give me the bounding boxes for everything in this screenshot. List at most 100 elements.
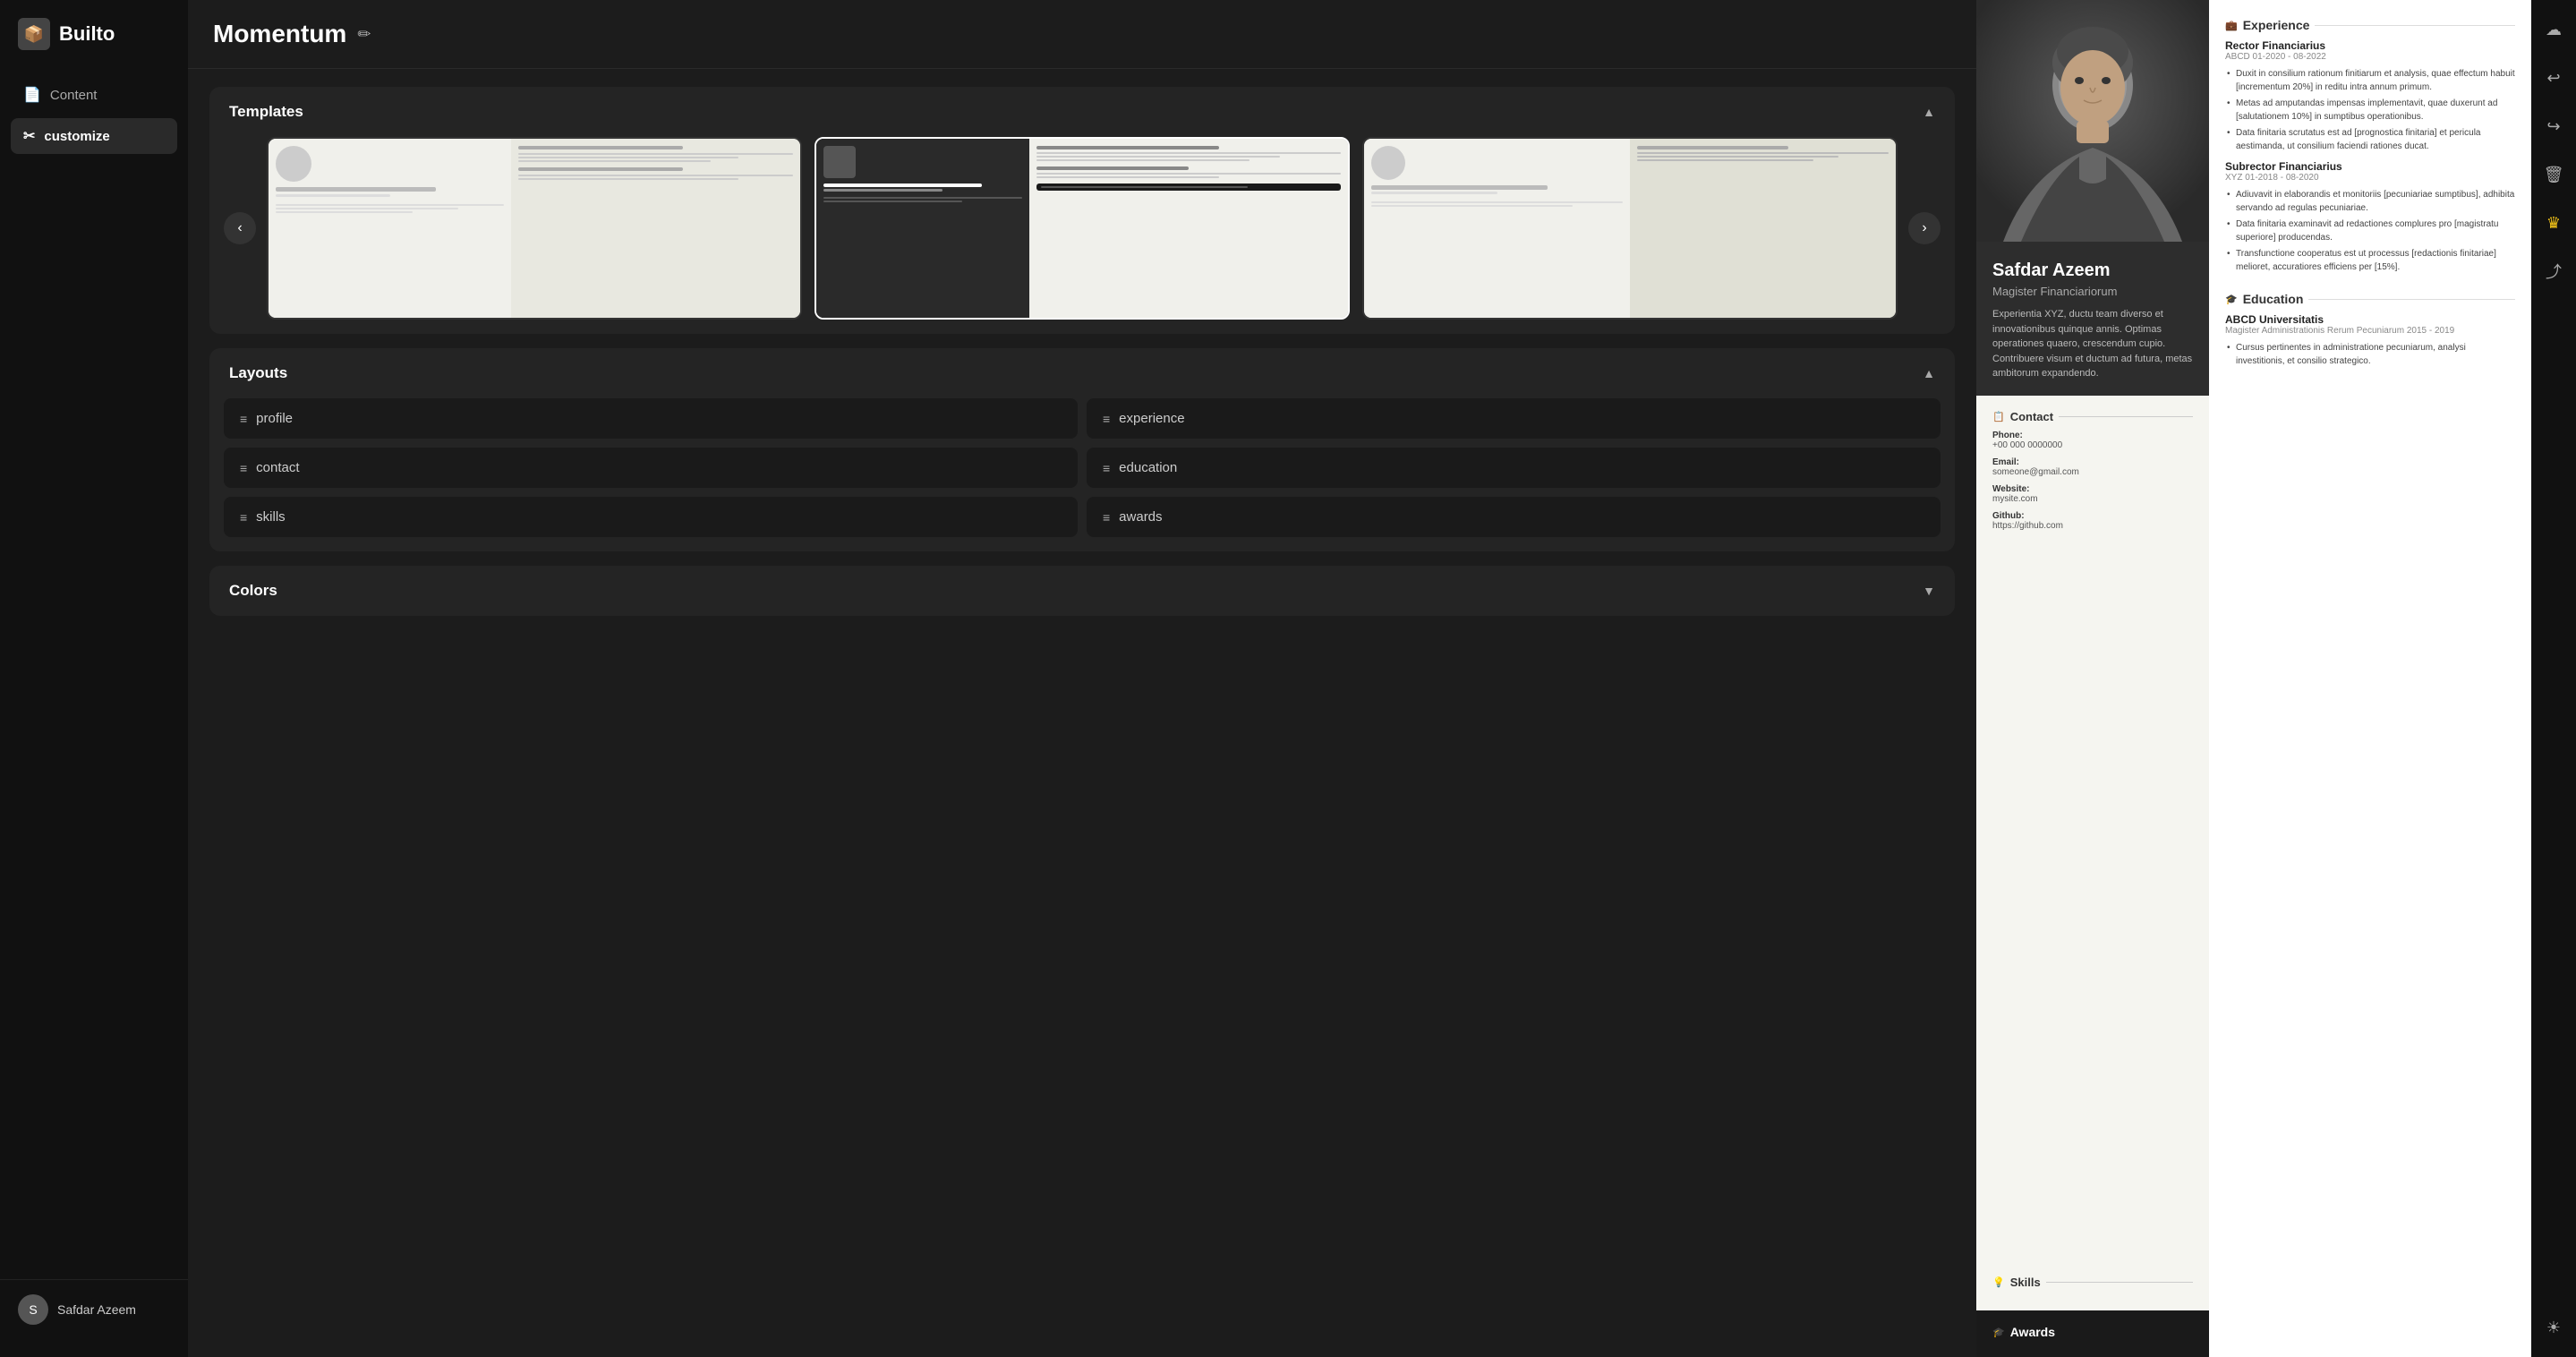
contact-github-label: Github: bbox=[1992, 511, 2193, 521]
main-panel: Momentum ✏ Templates ▲ ‹ bbox=[188, 0, 1976, 1357]
layout-item-education[interactable]: ≡ education bbox=[1087, 448, 1941, 488]
templates-section-content: ‹ bbox=[209, 137, 1955, 334]
edit-icon[interactable]: ✏ bbox=[357, 25, 371, 44]
template-card-3[interactable] bbox=[1362, 137, 1898, 320]
job-bullet-1-3: Data finitaria scrutatus est ad [prognos… bbox=[2225, 126, 2515, 153]
templates-section-label: Templates bbox=[229, 103, 303, 121]
templates-list bbox=[267, 137, 1898, 320]
avatar-initial: S bbox=[29, 1302, 37, 1317]
theme-toggle-icon[interactable]: ☀ bbox=[2538, 1312, 2569, 1343]
contact-section-title: 📋 Contact bbox=[1992, 410, 2193, 423]
layout-handle-icon: ≡ bbox=[240, 510, 247, 525]
page-title: Momentum bbox=[213, 20, 346, 48]
resume-skills-block: 💡 Skills bbox=[1976, 1261, 2209, 1310]
logo-text: Builto bbox=[59, 22, 115, 46]
template-thumb-3 bbox=[1364, 139, 1896, 318]
layout-item-contact[interactable]: ≡ contact bbox=[224, 448, 1078, 488]
sidebar: 📦 Builto 📄 Content ✂ customize S Safdar … bbox=[0, 0, 188, 1357]
customize-icon: ✂ bbox=[23, 127, 35, 145]
layout-label-contact: contact bbox=[256, 460, 299, 475]
contact-email-label: Email: bbox=[1992, 457, 2193, 467]
topbar: Momentum ✏ bbox=[188, 0, 1976, 69]
customize-panel: Templates ▲ ‹ bbox=[188, 69, 1976, 1357]
job-bullet-1-1: Duxit in consilium rationum finitiarum e… bbox=[2225, 67, 2515, 94]
sidebar-user[interactable]: S Safdar Azeem bbox=[0, 1279, 188, 1339]
sidebar-item-label-customize: customize bbox=[44, 129, 109, 144]
resume-right-column: 💼 Experience Rector Financiarius ABCD 01… bbox=[2209, 0, 2531, 1357]
skills-section-title: 💡 Skills bbox=[1992, 1276, 2193, 1289]
layouts-section-content: ≡ profile ≡ experience ≡ contact ≡ educa… bbox=[209, 398, 1955, 551]
carousel-prev-button[interactable]: ‹ bbox=[224, 212, 256, 244]
layouts-grid: ≡ profile ≡ experience ≡ contact ≡ educa… bbox=[224, 398, 1941, 537]
awards-title: 🎓 Awards bbox=[1992, 1325, 2193, 1339]
carousel-next-button[interactable]: › bbox=[1908, 212, 1941, 244]
layout-label-profile: profile bbox=[256, 411, 293, 426]
avatar: S bbox=[18, 1294, 48, 1325]
layout-handle-icon: ≡ bbox=[1103, 461, 1110, 475]
contact-email: Email: someone@gmail.com bbox=[1992, 457, 2193, 477]
layout-label-experience: experience bbox=[1119, 411, 1184, 426]
redo-icon[interactable]: ↪ bbox=[2538, 111, 2569, 141]
job-sub-2: XYZ 01-2018 - 08-2020 bbox=[2225, 173, 2515, 183]
contact-website: Website: mysite.com bbox=[1992, 484, 2193, 504]
education-section: 🎓 Education ABCD Universitatis Magister … bbox=[2225, 292, 2515, 368]
colors-section-label: Colors bbox=[229, 582, 277, 600]
job-bullet-2-1: Adiuvavit in elaborandis et monitoriis [… bbox=[2225, 188, 2515, 215]
contact-github: Github: https://github.com bbox=[1992, 511, 2193, 531]
sidebar-nav: 📄 Content ✂ customize bbox=[0, 77, 188, 1279]
crown-icon[interactable]: ♛ bbox=[2538, 208, 2569, 238]
contact-website-label: Website: bbox=[1992, 484, 2193, 494]
layout-handle-icon: ≡ bbox=[1103, 412, 1110, 426]
contact-github-value: https://github.com bbox=[1992, 521, 2193, 531]
resume-left-column: Safdar Azeem Magister Financiariorum Exp… bbox=[1976, 0, 2209, 1357]
templates-section-header[interactable]: Templates ▲ bbox=[209, 87, 1955, 137]
contact-phone: Phone: +00 000 0000000 bbox=[1992, 431, 2193, 450]
share-icon[interactable]: ⤴ bbox=[2538, 256, 2569, 286]
app-logo: 📦 Builto bbox=[0, 18, 188, 77]
contact-phone-value: +00 000 0000000 bbox=[1992, 440, 2193, 450]
trash-icon[interactable]: 🗑 bbox=[2538, 159, 2569, 190]
layouts-section: Layouts ▲ ≡ profile ≡ experience ≡ conta… bbox=[209, 348, 1955, 551]
logo-icon: 📦 bbox=[18, 18, 50, 50]
right-icons-bar: ☁ ↩ ↪ 🗑 ♛ ⤴ ☀ bbox=[2531, 0, 2576, 1357]
layout-item-skills[interactable]: ≡ skills bbox=[224, 497, 1078, 537]
templates-carousel: ‹ bbox=[224, 137, 1941, 320]
contact-phone-label: Phone: bbox=[1992, 431, 2193, 440]
cloud-icon[interactable]: ☁ bbox=[2538, 14, 2569, 45]
edu-school: ABCD Universitatis bbox=[2225, 313, 2515, 326]
resume-job-title-main: Magister Financiariorum bbox=[1992, 285, 2193, 298]
sidebar-item-label-content: Content bbox=[50, 88, 98, 103]
layout-handle-icon: ≡ bbox=[240, 461, 247, 475]
template-card-1[interactable] bbox=[267, 137, 802, 320]
contact-email-value: someone@gmail.com bbox=[1992, 467, 2193, 477]
awards-block: 🎓 Awards bbox=[1976, 1310, 2209, 1357]
colors-chevron-icon: ▼ bbox=[1923, 584, 1935, 598]
layout-label-awards: awards bbox=[1119, 509, 1162, 525]
undo-icon[interactable]: ↩ bbox=[2538, 63, 2569, 93]
layout-handle-icon: ≡ bbox=[1103, 510, 1110, 525]
templates-section: Templates ▲ ‹ bbox=[209, 87, 1955, 334]
layout-handle-icon: ≡ bbox=[240, 412, 247, 426]
sidebar-item-content[interactable]: 📄 Content bbox=[11, 77, 177, 113]
job-title-1: Rector Financiarius bbox=[2225, 39, 2515, 52]
sidebar-item-customize[interactable]: ✂ customize bbox=[11, 118, 177, 154]
layout-label-skills: skills bbox=[256, 509, 286, 525]
colors-section-header[interactable]: Colors ▼ bbox=[209, 566, 1955, 616]
job-bullet-1-2: Metas ad amputandas impensas implementav… bbox=[2225, 97, 2515, 124]
layout-item-profile[interactable]: ≡ profile bbox=[224, 398, 1078, 439]
layouts-section-header[interactable]: Layouts ▲ bbox=[209, 348, 1955, 398]
layout-item-experience[interactable]: ≡ experience bbox=[1087, 398, 1941, 439]
edu-degree: Magister Administrationis Rerum Pecuniar… bbox=[2225, 326, 2515, 336]
templates-chevron-icon: ▲ bbox=[1923, 105, 1935, 119]
edu-bullet-1: Cursus pertinentes in administratione pe… bbox=[2225, 341, 2515, 368]
education-title: 🎓 Education bbox=[2225, 292, 2515, 306]
layout-item-awards[interactable]: ≡ awards bbox=[1087, 497, 1941, 537]
content-icon: 📄 bbox=[23, 86, 41, 104]
resume-name-block: Safdar Azeem Magister Financiariorum Exp… bbox=[1976, 242, 2209, 396]
template-thumb-1 bbox=[269, 139, 800, 318]
job-title-2: Subrector Financiarius bbox=[2225, 160, 2515, 173]
template-card-2[interactable] bbox=[815, 137, 1350, 320]
resume-contact-block: 📋 Contact Phone: +00 000 0000000 Email: … bbox=[1976, 396, 2209, 1262]
layouts-chevron-icon: ▲ bbox=[1923, 366, 1935, 380]
contact-website-value: mysite.com bbox=[1992, 494, 2193, 504]
